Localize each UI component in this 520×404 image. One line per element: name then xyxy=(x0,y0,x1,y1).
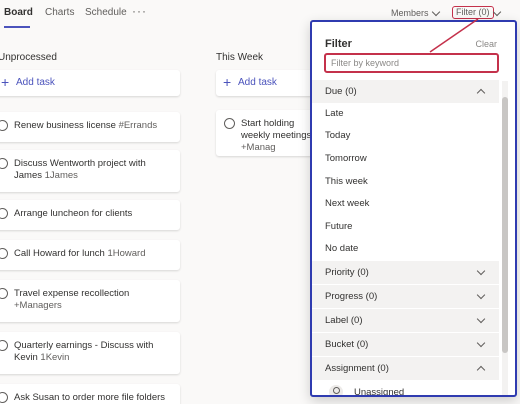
task-meta: 1James xyxy=(44,170,78,181)
filter-button[interactable]: Filter (0) xyxy=(452,6,494,19)
filter-section-due[interactable]: Due (0) xyxy=(312,80,499,103)
section-label: Bucket (0) xyxy=(325,339,369,350)
scrollbar-thumb[interactable] xyxy=(502,97,508,353)
members-chevron-down-icon[interactable] xyxy=(431,7,441,17)
add-task-label: Add task xyxy=(16,77,55,88)
chevron-up-icon[interactable] xyxy=(476,88,486,98)
task-card[interactable]: Ask Susan to order more file folders xyxy=(0,384,180,404)
section-label: Progress (0) xyxy=(325,291,378,302)
plus-icon: + xyxy=(223,74,232,90)
due-option-no-date[interactable]: No date xyxy=(325,243,358,254)
assignment-option-unassigned[interactable]: Unassigned xyxy=(354,387,404,395)
filter-section-label[interactable]: Label (0) xyxy=(312,309,499,332)
filter-panel-title: Filter xyxy=(325,38,352,50)
section-label: Priority (0) xyxy=(325,267,369,278)
task-meta: #Errands xyxy=(118,120,158,131)
task-card[interactable]: Quarterly earnings - Discuss with Kevin … xyxy=(0,332,180,374)
clear-filters-button[interactable]: Clear xyxy=(475,39,497,49)
add-task-label: Add task xyxy=(238,77,277,88)
task-title: Renew business license xyxy=(14,120,116,131)
filter-section-assignment[interactable]: Assignment (0) xyxy=(312,357,499,380)
filter-panel: Filter Clear Due (0) Late Today Tomorrow… xyxy=(310,20,517,397)
complete-task-circle-icon[interactable] xyxy=(0,340,8,351)
tab-board[interactable]: Board xyxy=(4,7,33,18)
members-button[interactable]: Members xyxy=(391,8,429,18)
task-meta: 1Kevin xyxy=(40,352,70,363)
task-meta: 1Howard xyxy=(107,248,146,259)
due-option-tomorrow[interactable]: Tomorrow xyxy=(325,153,367,164)
task-title: Start holding weekly meetings xyxy=(241,118,312,141)
due-option-this-week[interactable]: This week xyxy=(325,176,368,187)
section-label: Due (0) xyxy=(325,86,357,97)
add-task-button[interactable]: + Add task xyxy=(0,70,180,96)
tab-board-underline xyxy=(4,26,30,28)
task-title: Call Howard for lunch xyxy=(14,248,105,259)
complete-task-circle-icon[interactable] xyxy=(0,248,8,259)
task-title: Travel expense recollection xyxy=(14,288,130,299)
complete-task-circle-icon[interactable] xyxy=(0,120,8,131)
complete-task-circle-icon[interactable] xyxy=(224,118,235,129)
task-card[interactable]: Travel expense recollection +Managers xyxy=(0,280,180,322)
complete-task-circle-icon[interactable] xyxy=(0,208,8,219)
bucket-title: Unprocessed xyxy=(0,52,57,63)
filter-section-progress[interactable]: Progress (0) xyxy=(312,285,499,308)
task-card[interactable]: Discuss Wentworth project with James 1Ja… xyxy=(0,150,180,192)
tab-schedule[interactable]: Schedule xyxy=(85,7,127,18)
due-option-late[interactable]: Late xyxy=(325,108,344,119)
due-option-future[interactable]: Future xyxy=(325,221,352,232)
section-label: Assignment (0) xyxy=(325,363,389,374)
chevron-down-icon[interactable] xyxy=(476,314,486,324)
more-options-icon[interactable]: ··· xyxy=(132,4,147,18)
filter-section-priority[interactable]: Priority (0) xyxy=(312,261,499,284)
chevron-down-icon[interactable] xyxy=(476,290,486,300)
chevron-down-icon[interactable] xyxy=(476,338,486,348)
task-title: Quarterly earnings - Discuss with Kevin xyxy=(14,340,154,363)
task-card[interactable]: Call Howard for lunch 1Howard xyxy=(0,240,180,270)
filter-keyword-input[interactable] xyxy=(324,53,499,73)
complete-task-circle-icon[interactable] xyxy=(0,158,8,169)
tab-charts[interactable]: Charts xyxy=(45,7,74,18)
complete-task-circle-icon[interactable] xyxy=(0,288,8,299)
filter-panel-scrollbar[interactable] xyxy=(502,81,508,395)
chevron-down-icon[interactable] xyxy=(476,266,486,276)
task-title: Ask Susan to order more file folders xyxy=(14,392,166,403)
task-meta: +Managers xyxy=(14,300,62,311)
plus-icon: + xyxy=(1,74,10,90)
chevron-up-icon[interactable] xyxy=(476,365,486,375)
filter-section-bucket[interactable]: Bucket (0) xyxy=(312,333,499,356)
task-title: Discuss Wentworth project with James xyxy=(14,158,146,181)
task-title: Arrange luncheon for clients xyxy=(14,208,133,219)
task-card[interactable]: Renew business license #Errands xyxy=(0,112,180,142)
task-meta: +Manag xyxy=(241,142,276,153)
filter-chevron-down-icon[interactable] xyxy=(492,7,502,17)
due-option-next-week[interactable]: Next week xyxy=(325,198,369,209)
bucket-title: This Week xyxy=(216,52,264,63)
section-label: Label (0) xyxy=(325,315,363,326)
task-card[interactable]: Arrange luncheon for clients xyxy=(0,200,180,230)
due-option-today[interactable]: Today xyxy=(325,130,350,141)
complete-task-circle-icon[interactable] xyxy=(0,392,8,403)
unassigned-avatar-icon xyxy=(329,385,343,395)
